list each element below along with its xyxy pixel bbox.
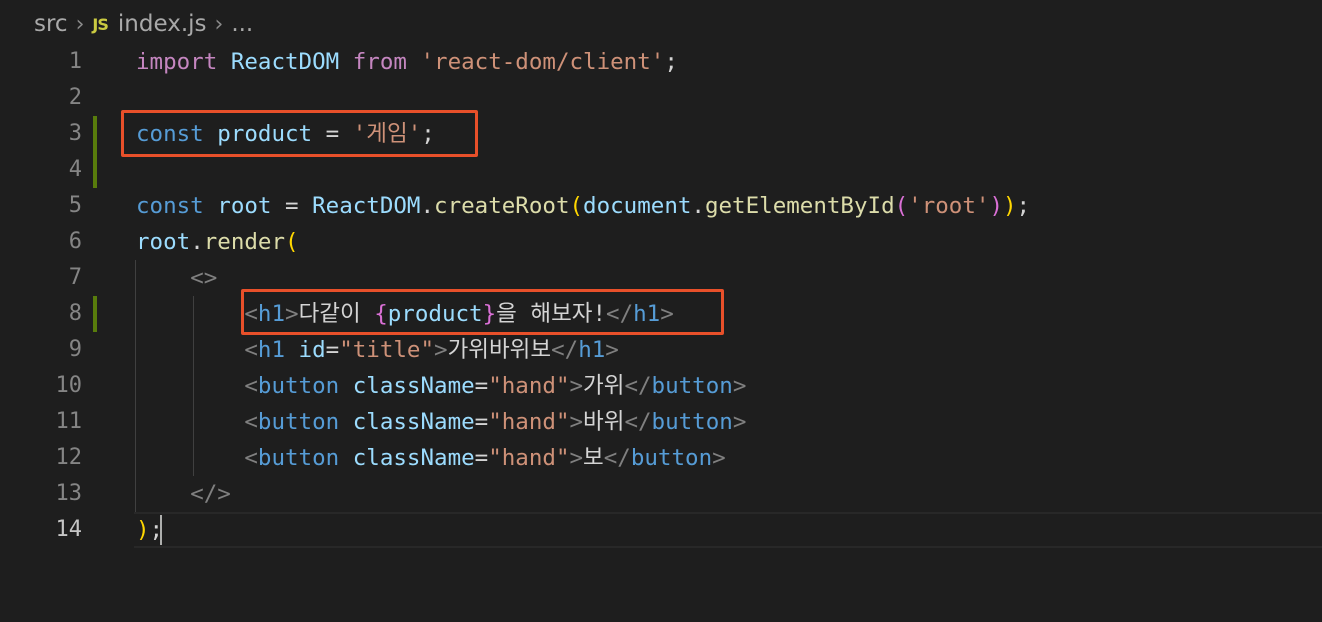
- code-line: 9 <h1 id="title">가위바위보</h1>: [0, 332, 1322, 368]
- code-line: 6 root.render(: [0, 224, 1322, 260]
- annotation-box-const-product: [121, 110, 478, 157]
- code-line: 1 import ReactDOM from 'react-dom/client…: [0, 44, 1322, 80]
- breadcrumb-more[interactable]: ...: [231, 11, 253, 37]
- line-number: 12: [55, 445, 83, 470]
- line-content: import ReactDOM from 'react-dom/client';: [136, 49, 678, 75]
- line-number: 11: [55, 409, 83, 434]
- code-line: 11 <button className="hand">바위</button>: [0, 404, 1322, 440]
- code-line: 10 <button className="hand">가위</button>: [0, 368, 1322, 404]
- line-number: 9: [68, 337, 82, 362]
- line-content: <button className="hand">바위</button>: [244, 409, 747, 435]
- breadcrumb: src › JS index.js › ...: [34, 8, 253, 40]
- line-content: <button className="hand">보</button>: [244, 445, 726, 471]
- annotation-box-h1-product: [241, 289, 724, 335]
- line-content: </>: [190, 481, 231, 507]
- code-line: 12 <button className="hand">보</button>: [0, 440, 1322, 476]
- line-number: 8: [68, 301, 82, 326]
- javascript-file-icon: JS: [92, 14, 109, 34]
- breadcrumb-folder[interactable]: src: [34, 11, 68, 37]
- line-content: <button className="hand">가위</button>: [244, 373, 747, 399]
- line-number: 3: [68, 121, 82, 146]
- line-content: const root = ReactDOM.createRoot(documen…: [136, 193, 1031, 219]
- code-line: 4: [0, 152, 1322, 188]
- line-number: 13: [55, 481, 83, 506]
- chevron-right-icon: ›: [75, 11, 85, 37]
- chevron-right-icon: ›: [214, 11, 224, 37]
- line-content: root.render(: [136, 229, 299, 255]
- line-number: 10: [55, 373, 83, 398]
- line-number: 2: [68, 85, 82, 110]
- line-number: 7: [68, 265, 82, 290]
- line-number: 1: [68, 49, 82, 74]
- text-cursor: [160, 515, 162, 545]
- line-number: 6: [68, 229, 82, 254]
- breadcrumb-file[interactable]: index.js: [118, 11, 207, 37]
- line-content: <>: [190, 265, 218, 291]
- code-line: 5 const root = ReactDOM.createRoot(docum…: [0, 188, 1322, 224]
- line-number: 14: [55, 517, 83, 542]
- code-line: 13 </>: [0, 476, 1322, 512]
- line-number: 5: [68, 193, 82, 218]
- line-content: <h1 id="title">가위바위보</h1>: [244, 337, 619, 363]
- code-line: 14 );: [0, 512, 1322, 548]
- line-number: 4: [68, 157, 82, 182]
